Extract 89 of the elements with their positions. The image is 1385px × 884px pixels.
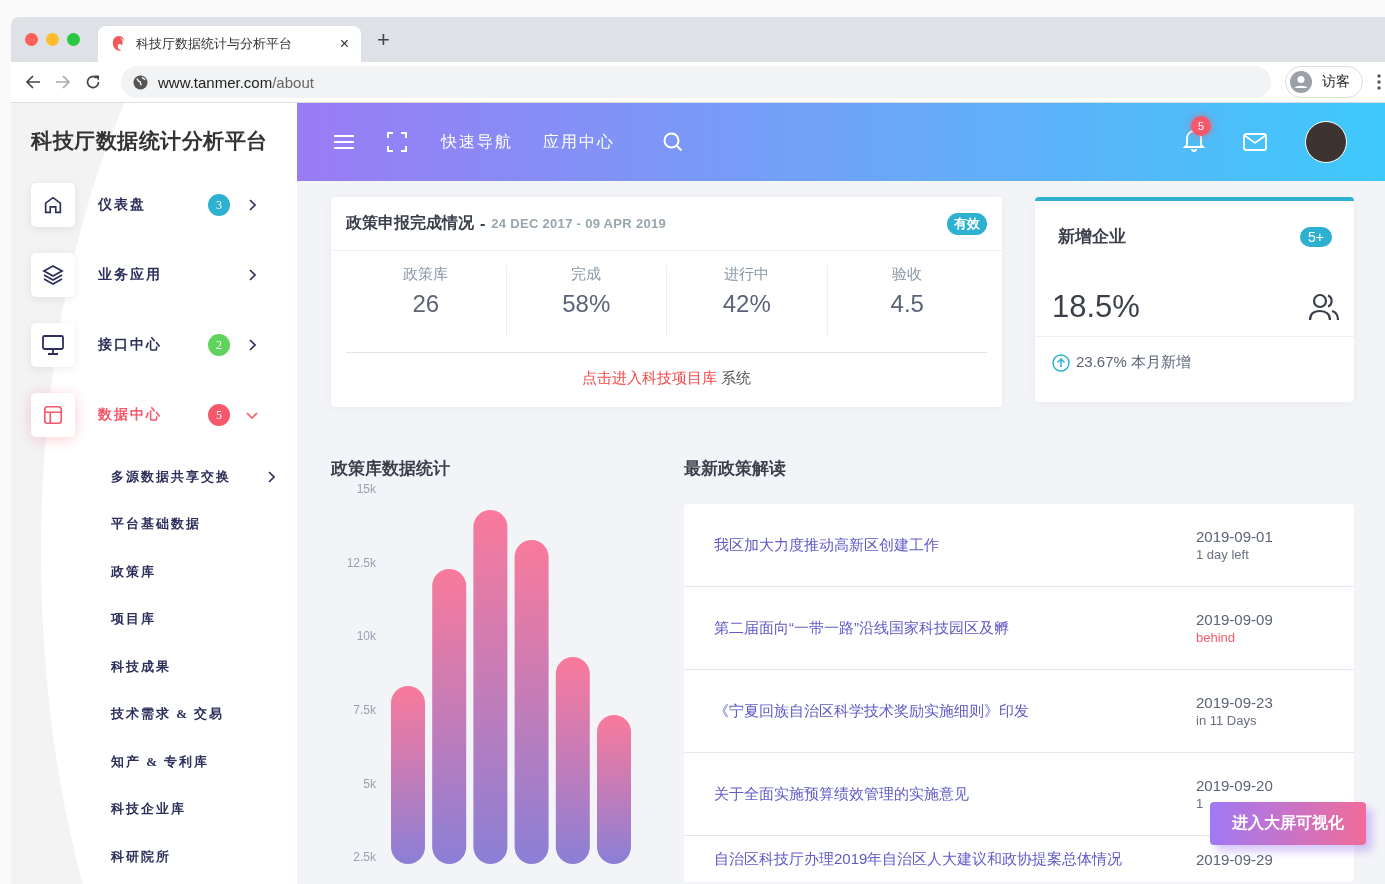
menu-label: 仪表盘 <box>98 196 147 214</box>
close-window-button[interactable] <box>25 33 38 46</box>
menu-item[interactable]: 接口中心 2 <box>31 323 297 367</box>
url-text: www.tanmer.com/about <box>158 73 314 91</box>
project-link[interactable]: 点击进入科技项目库 <box>581 369 717 386</box>
news-date: 2019-09-29 <box>1196 850 1274 868</box>
person-icon <box>1290 71 1312 93</box>
stat-label: 政策库 <box>403 265 449 284</box>
date-range: 24 DEC 2017 - 09 APR 2019 <box>491 216 666 231</box>
back-icon[interactable] <box>25 74 41 90</box>
home-icon <box>42 194 64 216</box>
stat-label: 验收 <box>892 265 923 284</box>
menu-icon[interactable] <box>333 134 355 150</box>
menu-label: 数据中心 <box>98 406 163 424</box>
menu-item[interactable]: 仪表盘 3 <box>31 183 297 227</box>
count-badge: 5+ <box>1300 226 1332 247</box>
forward-icon[interactable] <box>55 74 71 90</box>
layers-icon <box>41 263 65 287</box>
axis-label: 7.5k <box>353 702 376 717</box>
chevron-icon <box>248 199 256 211</box>
card-title: 政策申报完成情况 <box>346 213 474 233</box>
news-date: 2019-09-01 <box>1196 528 1274 545</box>
stat-label: 完成 <box>571 265 602 284</box>
news-date: 2019-09-20 <box>1196 777 1274 794</box>
separator: - <box>480 214 486 233</box>
menu-item[interactable]: 业务应用 <box>31 253 297 297</box>
status-badge: 有效 <box>947 212 987 235</box>
submenu-item[interactable]: 技术需求 & 交易 <box>111 705 267 724</box>
chameleon-icon <box>110 35 126 53</box>
users-icon <box>1308 293 1340 321</box>
news-date: 2019-09-23 <box>1196 694 1274 711</box>
submenu-item[interactable]: 科技企业库 <box>111 800 267 819</box>
news-title[interactable]: 《宁夏回族自治区科学技术奖励实施细则》印发 <box>714 701 1196 721</box>
news-title[interactable]: 自治区科技厅办理2019年自治区人大建议和政协提案总体情况 <box>714 849 1196 869</box>
search-icon[interactable] <box>663 132 683 152</box>
submenu-item[interactable]: 政策库 <box>111 562 267 581</box>
section-title: 最新政策解读 <box>684 458 787 480</box>
news-status: behind <box>1196 630 1236 645</box>
footer-text: 点击进入科技项目库 系统 <box>581 369 752 386</box>
more-icon[interactable] <box>1377 74 1381 90</box>
axis-label: 10k <box>356 629 376 644</box>
zoom-window-button[interactable] <box>67 33 80 46</box>
section-title: 政策库数据统计 <box>331 458 451 480</box>
mail-icon[interactable] <box>1243 133 1267 151</box>
news-title[interactable]: 第二届面向“一带一路”沿线国家科技园区及孵 <box>714 618 1196 638</box>
new-tab-button[interactable]: + <box>377 26 390 53</box>
chevron-icon <box>246 411 258 419</box>
chevron-icon <box>267 470 275 483</box>
kpi-value: 18.5% <box>1052 289 1141 325</box>
app-title: 科技厅数据统计分析平台 <box>31 128 269 154</box>
menu-label: 业务应用 <box>98 266 163 284</box>
close-tab-button[interactable]: × <box>339 35 349 53</box>
tab-title: 科技厅数据统计与分析平台 <box>136 35 293 53</box>
submenu-item[interactable]: 平台基础数据 <box>111 515 267 534</box>
growth-text: 23.67% 本月新增 <box>1076 353 1192 372</box>
stat-value: 4.5 <box>890 290 924 318</box>
stat-label: 进行中 <box>724 265 770 284</box>
news-status: in 11 Days <box>1196 713 1257 728</box>
notification-badge: 5 <box>1191 116 1211 136</box>
globe-icon <box>133 74 148 90</box>
address-bar[interactable]: www.tanmer.com/about <box>121 66 1271 98</box>
chevron-icon <box>248 339 256 351</box>
news-status: 1 day left <box>1196 547 1249 562</box>
axis-label: 15k <box>356 482 376 497</box>
news-title[interactable]: 关于全面实施预算绩效管理的实施意见 <box>714 784 1196 804</box>
chevron-icon <box>248 269 256 281</box>
bell-icon[interactable] <box>1183 128 1205 152</box>
monitor-icon <box>41 334 65 356</box>
card-title: 新增企业 <box>1058 226 1126 248</box>
axis-label: 5k <box>363 776 376 791</box>
stat-value: 42% <box>722 290 771 318</box>
axis-label: 12.5k <box>346 555 376 570</box>
news-title[interactable]: 我区加大力度推动高新区创建工作 <box>714 535 1196 555</box>
submenu-item[interactable]: 知产 & 专利库 <box>111 752 267 771</box>
layout-icon <box>42 404 64 426</box>
menu-label: 接口中心 <box>98 336 163 354</box>
stat-value: 26 <box>412 290 440 318</box>
news-date: 2019-09-09 <box>1196 611 1274 628</box>
submenu-item[interactable]: 项目库 <box>111 610 267 629</box>
browser-tab[interactable]: 科技厅数据统计与分析平台 × <box>98 26 361 62</box>
submenu-item[interactable]: 科研院所 <box>111 847 267 866</box>
news-status: 1 <box>1196 796 1204 811</box>
submenu-item[interactable]: 科技成果 <box>111 657 267 676</box>
fullscreen-icon[interactable] <box>387 132 407 152</box>
reload-icon[interactable] <box>85 74 101 90</box>
avatar[interactable] <box>1305 121 1347 163</box>
submenu-item[interactable]: 多源数据共享交换 <box>111 467 267 486</box>
stat-value: 58% <box>562 290 611 318</box>
axis-label: 2.5k <box>353 850 376 864</box>
